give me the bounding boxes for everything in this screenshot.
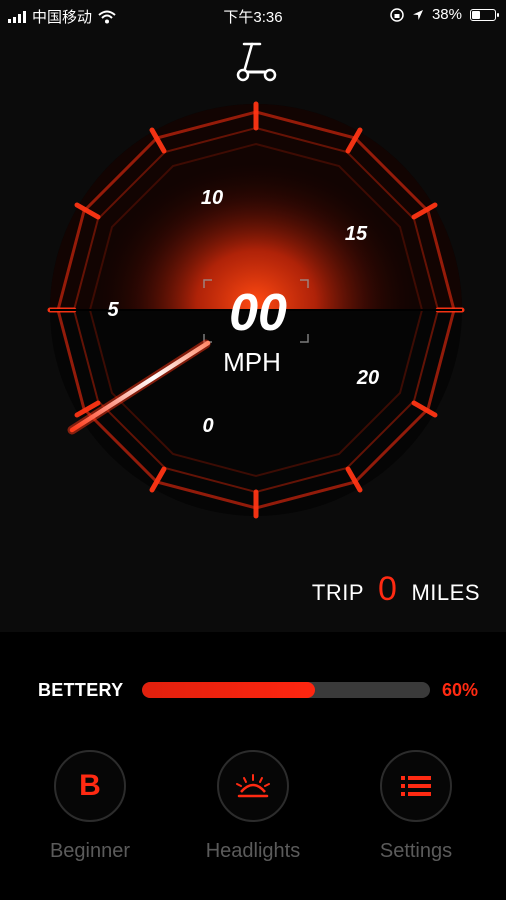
orientation-lock-icon: [390, 7, 404, 22]
speed-value: 00: [229, 284, 287, 342]
beginner-icon: B: [79, 769, 101, 802]
scale-label-15: 15: [345, 223, 368, 245]
headlights-circle: [217, 750, 289, 822]
scale-label-10: 10: [201, 187, 223, 209]
speedometer-gauge: 0 5 10 15 20 00 MPH: [47, 101, 465, 519]
speed-unit: MPH: [223, 347, 281, 377]
battery-bar: [142, 682, 430, 698]
scale-label-0: 0: [202, 415, 213, 437]
beginner-mode-button[interactable]: B Beginner: [30, 750, 150, 863]
battery-percent: 38%: [431, 6, 462, 23]
headlight-icon: [236, 774, 270, 798]
location-icon: [412, 9, 423, 20]
settings-label: Settings: [379, 840, 453, 862]
battery-icon: [470, 8, 499, 21]
settings-circle: [380, 750, 452, 822]
headlights-label: Headlights: [205, 840, 301, 862]
status-right: 38%: [390, 6, 499, 23]
scooter-icon: [236, 42, 277, 82]
settings-button[interactable]: Settings: [356, 750, 476, 863]
beginner-label: Beginner: [49, 840, 131, 862]
status-bar: 中国移动 下午3:36 38%: [0, 0, 506, 30]
scale-label-5: 5: [107, 299, 119, 321]
scale-label-20: 20: [356, 367, 379, 389]
headlights-button[interactable]: Headlights: [193, 750, 313, 863]
trip-value: 0: [378, 570, 398, 608]
trip-label: TRIP: [311, 580, 365, 605]
trip-readout: TRIP 0 MILES: [312, 570, 480, 609]
trip-unit: MILES: [411, 580, 480, 605]
battery-percent-label: 60%: [442, 680, 479, 700]
battery-row: BETTERY 60%: [38, 680, 488, 702]
battery-bar-fill: [142, 682, 315, 698]
battery-label: BETTERY: [38, 680, 124, 700]
beginner-mode-circle: B: [54, 750, 126, 822]
list-icon: [401, 776, 431, 796]
